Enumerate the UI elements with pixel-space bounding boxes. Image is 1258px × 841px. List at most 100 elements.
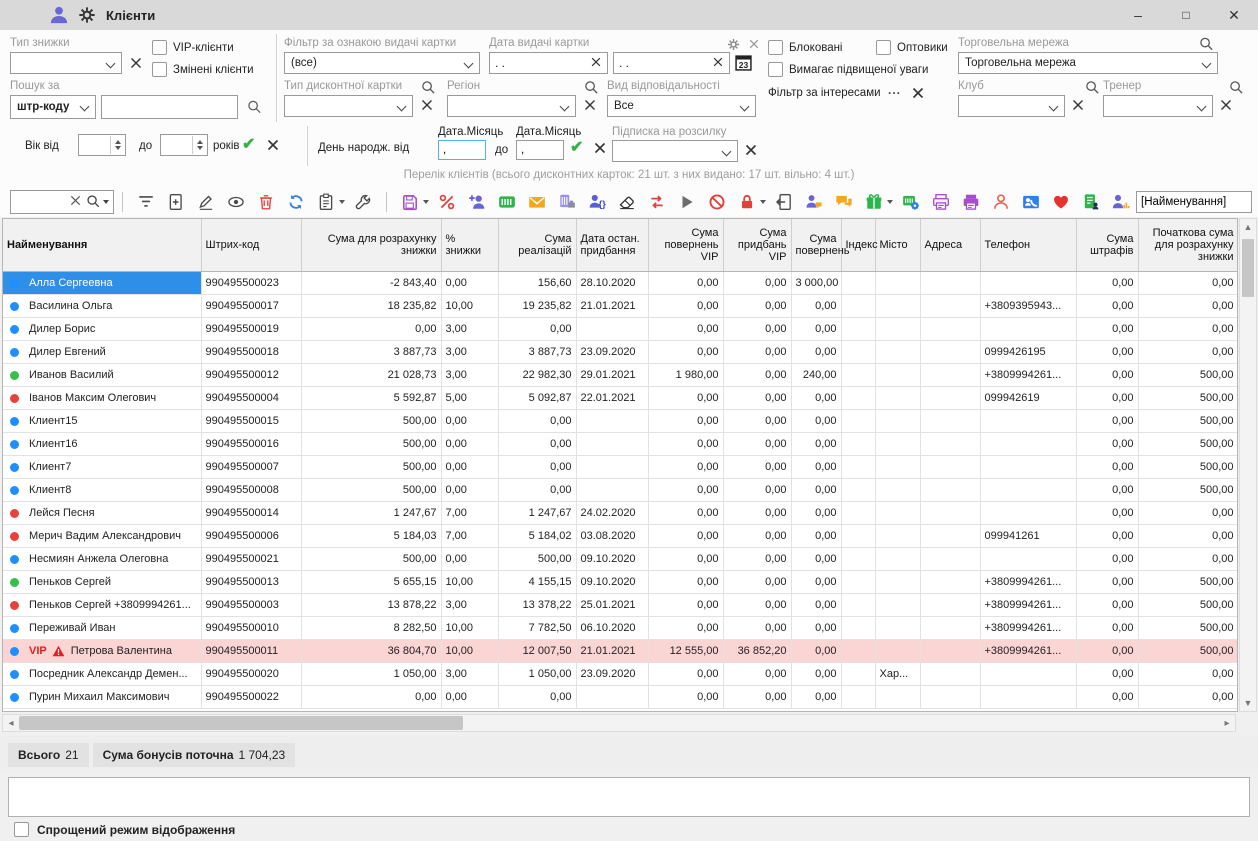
table-cell[interactable]	[875, 456, 920, 479]
table-cell[interactable]: 10,00	[441, 295, 498, 318]
refresh-icon[interactable]	[286, 192, 306, 212]
table-cell[interactable]: 1 050,00	[301, 663, 441, 686]
table-row[interactable]: Иванов Василий99049550001221 028,733,002…	[3, 364, 1238, 387]
table-cell[interactable]	[920, 525, 980, 548]
maximize-button[interactable]: □	[1162, 0, 1210, 30]
table-cell[interactable]: 500,00	[1138, 410, 1238, 433]
region-select[interactable]	[447, 95, 576, 117]
table-cell[interactable]: 990495500008	[201, 479, 301, 502]
run-icon[interactable]	[677, 192, 697, 212]
table-cell[interactable]: 500,00	[1138, 479, 1238, 502]
mailing-select[interactable]	[612, 140, 738, 162]
table-cell[interactable]: 990495500010	[201, 617, 301, 640]
table-cell[interactable]: 099942619	[980, 387, 1076, 410]
table-cell[interactable]: 500,00	[1138, 456, 1238, 479]
table-cell[interactable]: 03.08.2020	[576, 525, 648, 548]
table-cell[interactable]: 21.01.2021	[576, 640, 648, 663]
column-header[interactable]: Телефон	[980, 219, 1076, 272]
table-cell[interactable]: 09.10.2020	[576, 571, 648, 594]
scroll-left-icon[interactable]: ◂	[3, 715, 19, 731]
table-cell[interactable]: 3 887,73	[301, 341, 441, 364]
gift-icon[interactable]	[864, 192, 884, 212]
column-header[interactable]: % знижки	[441, 219, 498, 272]
table-cell[interactable]: 0,00	[648, 594, 723, 617]
table-cell[interactable]	[841, 640, 875, 663]
close-button[interactable]: ✕	[1210, 0, 1258, 30]
block-icon[interactable]	[707, 192, 727, 212]
contact-card-icon[interactable]	[1021, 192, 1041, 212]
clear-date-to-icon[interactable]	[712, 56, 724, 71]
table-cell[interactable]: 3 887,73	[498, 341, 576, 364]
save-icon[interactable]	[400, 192, 420, 212]
table-cell[interactable]: 0,00	[723, 456, 791, 479]
table-cell[interactable]: 0,00	[648, 295, 723, 318]
barcode-icon[interactable]	[497, 192, 517, 212]
table-cell[interactable]: 0,00	[791, 433, 841, 456]
table-row[interactable]: Іванов Максим Олегович9904955000045 592,…	[3, 387, 1238, 410]
table-cell[interactable]: 500,00	[301, 548, 441, 571]
settings-gear-icon[interactable]	[78, 6, 96, 24]
email-icon[interactable]	[527, 192, 547, 212]
table-cell[interactable]: 500,00	[1138, 640, 1238, 663]
edit-icon[interactable]	[196, 192, 216, 212]
table-cell[interactable]: 0,00	[648, 387, 723, 410]
table-row[interactable]: Пурин Михаил Максимович9904955000220,000…	[3, 686, 1238, 709]
search-input[interactable]	[101, 95, 238, 119]
table-cell[interactable]	[980, 433, 1076, 456]
table-cell[interactable]	[875, 548, 920, 571]
table-cell[interactable]: 0,00	[791, 502, 841, 525]
table-cell[interactable]: 0,00	[791, 640, 841, 663]
table-cell[interactable]: 0,00	[1076, 433, 1138, 456]
table-cell[interactable]: 990495500016	[201, 433, 301, 456]
table-cell[interactable]	[920, 617, 980, 640]
table-cell[interactable]	[841, 548, 875, 571]
table-cell[interactable]	[875, 387, 920, 410]
table-cell[interactable]: 0,00	[648, 663, 723, 686]
table-cell[interactable]: 5 184,02	[498, 525, 576, 548]
table-cell[interactable]: 0,00	[1076, 364, 1138, 387]
wholesale-checkbox[interactable]: Оптовики	[876, 40, 948, 55]
name-filter-input[interactable]	[1136, 191, 1252, 213]
table-cell[interactable]: 0,00	[791, 295, 841, 318]
table-cell[interactable]	[980, 548, 1076, 571]
table-cell[interactable]: 0,00	[1076, 548, 1138, 571]
table-cell[interactable]: 0,00	[723, 318, 791, 341]
table-cell[interactable]: 5 184,03	[301, 525, 441, 548]
table-row[interactable]: Василина Ольга99049550001718 235,8210,00…	[3, 295, 1238, 318]
table-cell[interactable]: 0,00	[723, 663, 791, 686]
table-cell[interactable]: +3809994261...	[980, 571, 1076, 594]
table-cell[interactable]: 36 804,70	[301, 640, 441, 663]
table-cell[interactable]: 3,00	[441, 341, 498, 364]
table-cell[interactable]	[841, 456, 875, 479]
table-cell[interactable]	[841, 525, 875, 548]
table-cell[interactable]: 0,00	[498, 479, 576, 502]
age-to-stepper[interactable]	[160, 134, 208, 156]
table-cell[interactable]	[576, 456, 648, 479]
client-name-cell[interactable]: Пурин Михаил Максимович	[3, 686, 201, 709]
clear-age-icon[interactable]	[266, 138, 280, 152]
lock-icon[interactable]	[737, 192, 757, 212]
table-cell[interactable]	[875, 640, 920, 663]
table-cell[interactable]: 500,00	[1138, 594, 1238, 617]
table-cell[interactable]: -2 843,40	[301, 272, 441, 295]
table-cell[interactable]: 990495500018	[201, 341, 301, 364]
column-header[interactable]: Адреса	[920, 219, 980, 272]
table-cell[interactable]: 500,00	[1138, 364, 1238, 387]
table-cell[interactable]: 1 247,67	[498, 502, 576, 525]
table-cell[interactable]: 240,00	[791, 364, 841, 387]
region-search-icon[interactable]	[584, 80, 599, 95]
client-name-cell[interactable]: Пеньков Сергей +3809994261...	[3, 594, 201, 617]
vertical-scroll-thumb[interactable]	[1242, 239, 1254, 297]
table-cell[interactable]: 21 028,73	[301, 364, 441, 387]
table-cell[interactable]	[920, 663, 980, 686]
table-cell[interactable]: 0,00	[723, 686, 791, 709]
table-cell[interactable]: 24.02.2020	[576, 502, 648, 525]
table-cell[interactable]	[841, 594, 875, 617]
table-cell[interactable]: 0,00	[498, 686, 576, 709]
card-settings-icon[interactable]	[901, 192, 921, 212]
table-cell[interactable]: 0,00	[723, 479, 791, 502]
delete-icon[interactable]	[256, 192, 276, 212]
column-header[interactable]: Дата остан. придбання	[576, 219, 648, 272]
table-cell[interactable]	[920, 387, 980, 410]
table-cell[interactable]: 29.01.2021	[576, 364, 648, 387]
